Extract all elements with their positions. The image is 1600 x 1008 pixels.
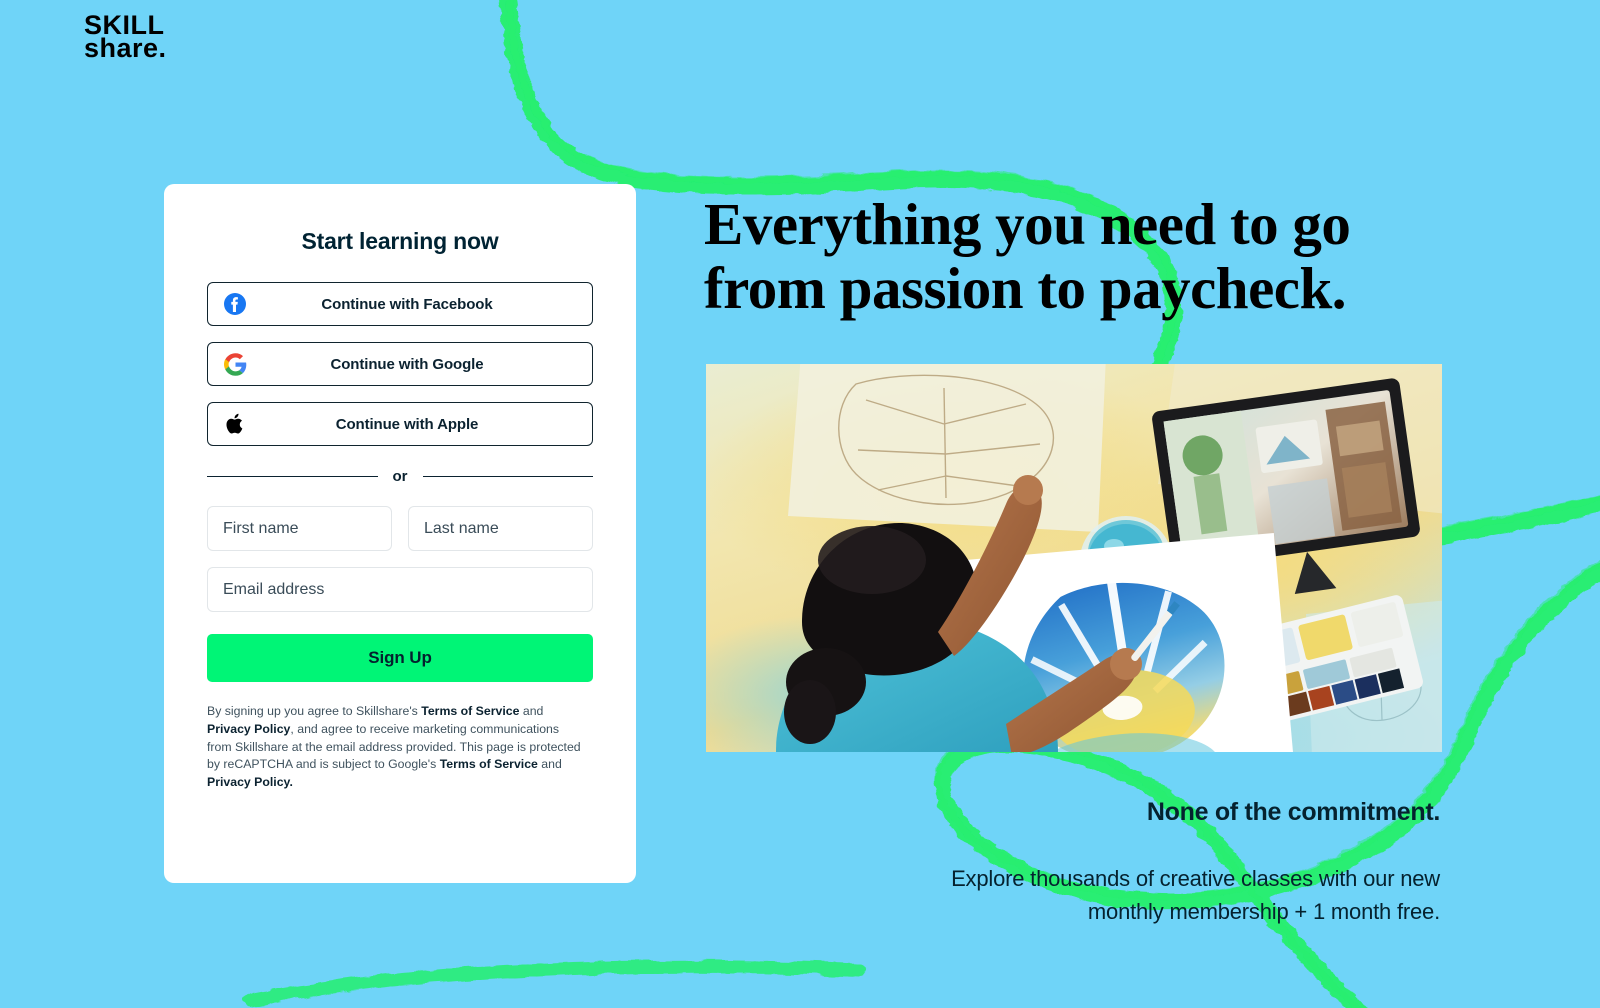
first-name-input[interactable] xyxy=(207,506,392,551)
last-name-input[interactable] xyxy=(408,506,593,551)
body-line-1: Explore thousands of creative classes wi… xyxy=(951,866,1440,891)
continue-with-apple-label: Continue with Apple xyxy=(335,415,479,433)
page-title: Start learning now xyxy=(301,228,499,254)
signup-card: Start learning now Continue with Faceboo… xyxy=(164,184,636,883)
legal-part-4: and xyxy=(537,757,562,772)
sign-up-button[interactable]: Sign Up xyxy=(207,634,593,682)
hero-headline: Everything you need to go from passion t… xyxy=(704,192,1464,321)
name-row xyxy=(207,506,593,551)
terms-of-service-link-2[interactable]: Terms of Service xyxy=(440,757,538,771)
apple-icon xyxy=(222,411,248,437)
headline-line-1: Everything you need to go xyxy=(704,191,1351,257)
body-line-2: monthly membership + 1 month free. xyxy=(1087,899,1440,924)
divider-rule-left xyxy=(207,475,378,478)
subheadline: None of the commitment. xyxy=(1146,798,1440,826)
skillshare-logo[interactable]: SKILL share. xyxy=(84,11,167,64)
headline-line-2: from passion to paycheck. xyxy=(704,255,1347,322)
logo-line-2: share. xyxy=(84,33,167,64)
email-input[interactable] xyxy=(207,567,593,612)
continue-with-google-label: Continue with Google xyxy=(330,355,484,373)
or-divider: or xyxy=(207,468,593,485)
facebook-icon xyxy=(222,291,248,317)
hero-body-copy: Explore thousands of creative classes wi… xyxy=(740,862,1440,928)
privacy-policy-link-2[interactable]: Privacy Policy. xyxy=(207,775,293,789)
divider-rule-right xyxy=(422,475,593,478)
legal-disclaimer: By signing up you agree to Skillshare's … xyxy=(207,703,587,792)
continue-with-facebook-label: Continue with Facebook xyxy=(321,295,493,313)
continue-with-facebook-button[interactable]: Continue with Facebook xyxy=(207,282,593,326)
continue-with-apple-button[interactable]: Continue with Apple xyxy=(207,402,593,446)
hero-image xyxy=(706,364,1442,752)
legal-part-1: By signing up you agree to Skillshare's xyxy=(207,704,422,718)
divider-label: or xyxy=(392,468,408,485)
terms-of-service-link-1[interactable]: Terms of Service xyxy=(421,704,519,718)
legal-part-2: and xyxy=(519,704,544,718)
continue-with-google-button[interactable]: Continue with Google xyxy=(207,342,593,386)
google-icon xyxy=(222,351,248,377)
privacy-policy-link-1[interactable]: Privacy Policy xyxy=(207,722,290,736)
